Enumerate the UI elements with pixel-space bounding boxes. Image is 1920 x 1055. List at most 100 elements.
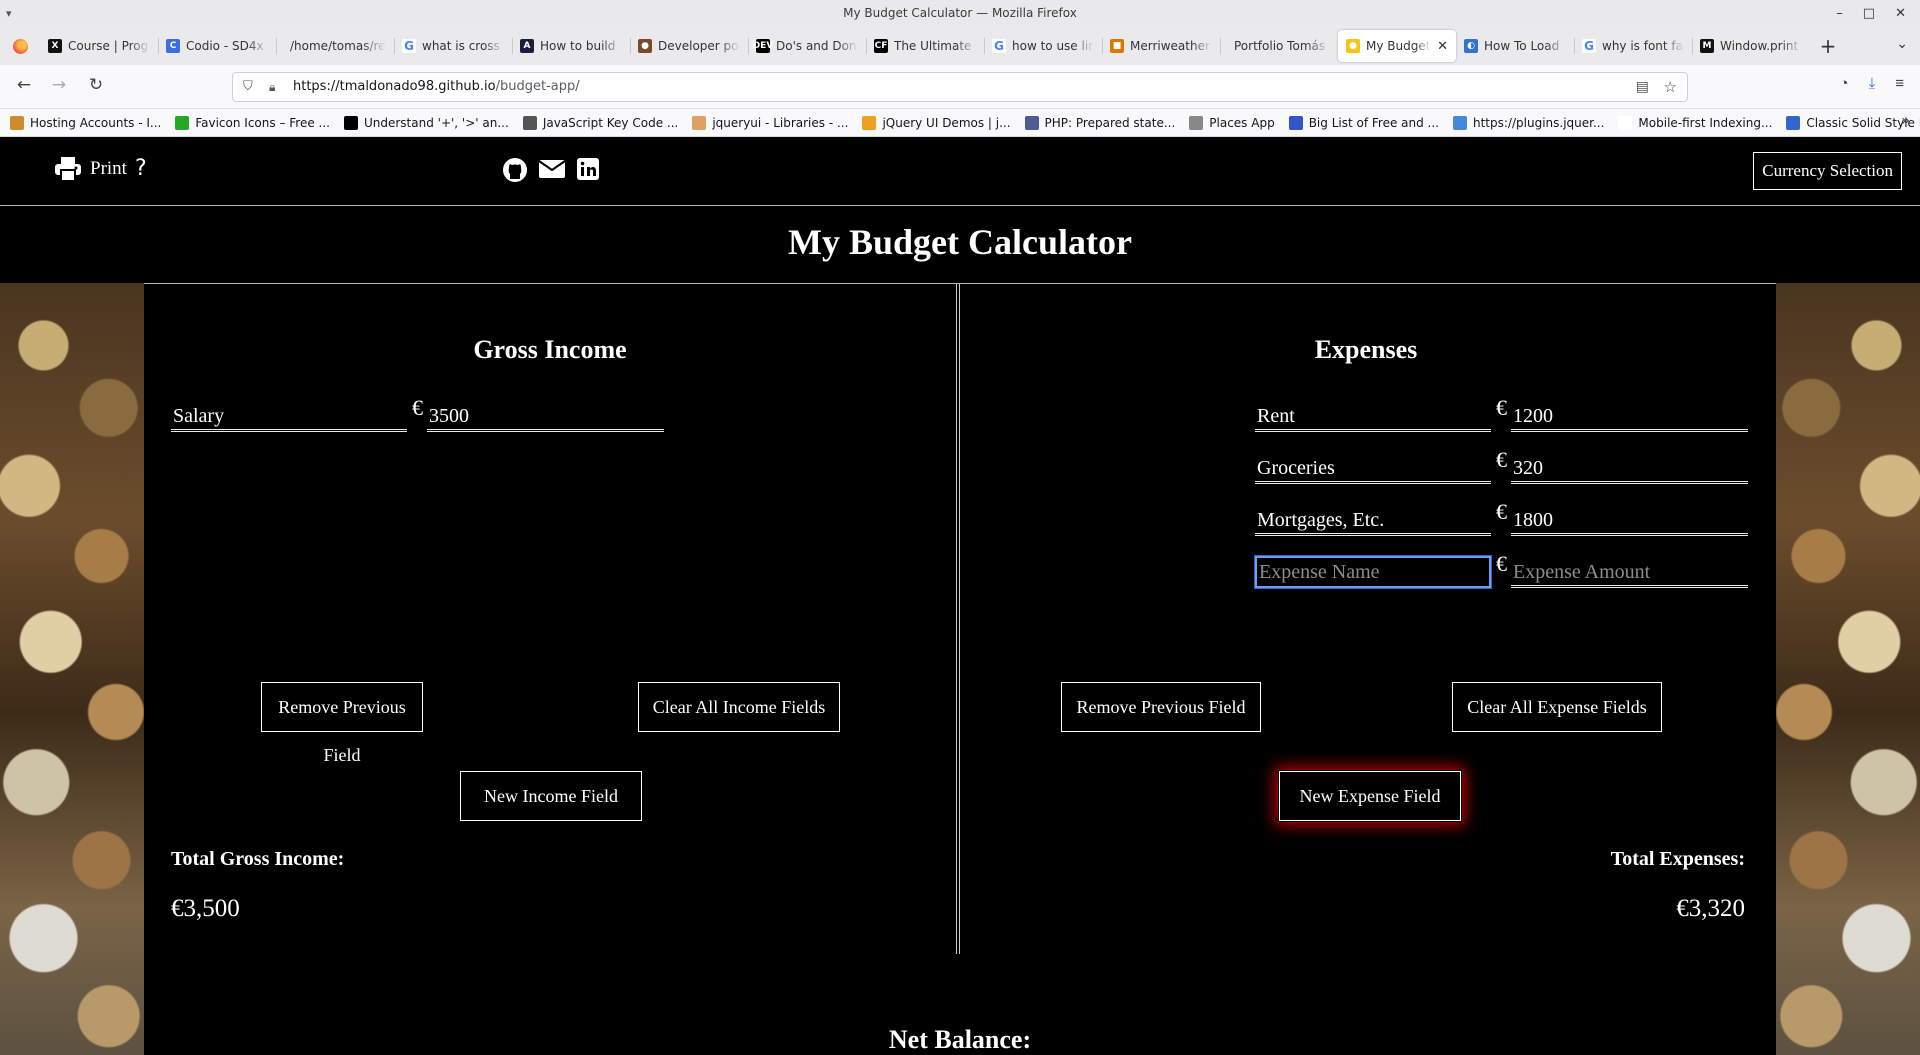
- remove-income-field-button[interactable]: Remove Previous Field: [260, 681, 424, 765]
- field-row: Rent €1200: [1255, 395, 1755, 434]
- bookmark-item[interactable]: JavaScript Key Code ...: [522, 115, 678, 130]
- browser-tab[interactable]: X Course | Prog: [40, 29, 158, 63]
- bookmark-favicon-icon: [1618, 115, 1633, 130]
- bookmark-item[interactable]: Understand '+', '>' an...: [343, 115, 509, 130]
- email-icon[interactable]: [538, 157, 566, 181]
- pocket-icon[interactable]: ◔: [1840, 75, 1849, 92]
- field-amount-input[interactable]: 1800: [1511, 504, 1748, 536]
- site-header: Print ? Currency Selection: [0, 137, 1920, 206]
- expense-row-empty: Expense Name € Expense Amount: [1255, 551, 1755, 590]
- close-tab-icon[interactable]: ✕: [1437, 39, 1448, 54]
- minimize-icon[interactable]: –: [1836, 0, 1843, 27]
- bookmark-item[interactable]: Classic Solid Style Ic...: [1786, 115, 1920, 130]
- field-name-input[interactable]: Mortgages, Etc.: [1255, 504, 1491, 536]
- browser-tab[interactable]: ● My Budget ✕: [1338, 30, 1456, 62]
- navigation-toolbar: ← → ↻ ⛉ 🔒︎ https://tmaldonado98.github.i…: [0, 65, 1920, 109]
- net-balance-label: Net Balance:: [888, 1025, 1032, 1054]
- reader-view-icon[interactable]: ▤: [1636, 73, 1649, 101]
- browser-tab[interactable]: DEV Do's and Don: [748, 29, 866, 63]
- income-column: Gross Income Salary €3500 Remove Previous…: [144, 284, 956, 1055]
- bookmark-item[interactable]: Places App: [1189, 115, 1275, 130]
- new-tab-button[interactable]: +: [1810, 34, 1846, 58]
- bookmark-item[interactable]: PHP: Prepared state...: [1024, 115, 1176, 130]
- bookmark-label: PHP: Prepared state...: [1044, 115, 1176, 130]
- bookmark-item[interactable]: Mobile-first Indexing...: [1618, 115, 1772, 130]
- browser-tab[interactable]: A How to build: [512, 29, 630, 63]
- bookmark-favicon-icon: [692, 115, 707, 130]
- tab-label: Codio - SD4x: [186, 39, 264, 53]
- reload-icon[interactable]: ↻: [84, 75, 108, 95]
- currency-symbol: €: [1496, 395, 1507, 420]
- forward-icon[interactable]: →: [47, 75, 71, 95]
- window-menu-icon[interactable]: ▾: [6, 0, 12, 27]
- field-name-input[interactable]: Groceries: [1255, 452, 1491, 484]
- window-titlebar: ▾ My Budget Calculator — Mozilla Firefox…: [0, 0, 1920, 27]
- expense-column: Expenses Rent €1200 Groceries €320 Mortgages…: [960, 284, 1772, 1055]
- printer-icon: [55, 157, 81, 182]
- field-amount-input[interactable]: 3500: [427, 400, 664, 432]
- browser-tab[interactable]: ■ Merriweather: [1102, 29, 1220, 63]
- browser-tab[interactable]: Ghow to use lir: [984, 29, 1102, 63]
- tab-label: Merriweather: [1130, 39, 1210, 53]
- bookmark-item[interactable]: Hosting Accounts - I...: [10, 115, 161, 130]
- bookmark-star-icon[interactable]: ☆: [1664, 73, 1677, 101]
- github-icon[interactable]: [502, 157, 528, 183]
- browser-tab[interactable]: M Window.print: [1692, 29, 1810, 63]
- bookmark-favicon-icon: [1288, 115, 1303, 130]
- total-expenses-value: €3,320: [1676, 895, 1745, 922]
- bookmark-item[interactable]: Big List of Free and ...: [1288, 115, 1439, 130]
- browser-tab[interactable]: Gwhat is cross: [394, 29, 512, 63]
- bookmark-favicon-icon: [522, 115, 537, 130]
- field-name-input[interactable]: Salary: [171, 400, 407, 432]
- expense-amount-input[interactable]: Expense Amount: [1511, 556, 1748, 588]
- currency-selection-button[interactable]: Currency Selection: [1753, 152, 1902, 190]
- browser-tab[interactable]: ◐ How To Load: [1456, 29, 1574, 63]
- bookmarks-overflow-icon[interactable]: »: [1901, 113, 1910, 129]
- linkedin-icon[interactable]: [576, 157, 600, 181]
- tab-label: Window.print: [1720, 39, 1799, 53]
- print-button[interactable]: Print: [54, 156, 127, 182]
- address-bar[interactable]: ⛉ 🔒︎ https://tmaldonado98.github.io/budg…: [232, 72, 1688, 102]
- browser-tab[interactable]: Gwhy is font fa: [1574, 29, 1692, 63]
- field-amount-input[interactable]: 320: [1511, 452, 1748, 484]
- bookmark-item[interactable]: jqueryui - Libraries - ...: [692, 115, 849, 130]
- total-income-value: €3,500: [171, 895, 240, 922]
- field-name-input[interactable]: Rent: [1255, 400, 1491, 432]
- browser-tab[interactable]: /home/tomas/re: [276, 29, 394, 63]
- new-expense-field-button[interactable]: New Expense Field: [1278, 770, 1462, 822]
- browser-tab[interactable]: C Codio - SD4x: [158, 29, 276, 63]
- bookmark-item[interactable]: jQuery UI Demos | j...: [862, 115, 1011, 130]
- clear-income-fields-button[interactable]: Clear All Income Fields: [637, 681, 841, 733]
- browser-tab[interactable]: ● Developer po: [630, 29, 748, 63]
- tab-label: Do's and Don: [776, 39, 857, 53]
- bookmark-label: jqueryui - Libraries - ...: [712, 115, 849, 130]
- app-menu-icon[interactable]: ≡: [1895, 75, 1904, 92]
- tab-favicon-icon: G: [992, 39, 1006, 53]
- bookmark-item[interactable]: https://plugins.jquer...: [1453, 115, 1604, 130]
- field-amount-input[interactable]: 1200: [1511, 400, 1748, 432]
- list-all-tabs-icon[interactable]: ⌄: [1896, 35, 1908, 52]
- browser-tab[interactable]: CF The Ultimate: [866, 29, 984, 63]
- tab-label: The Ultimate: [894, 39, 972, 53]
- currency-symbol: €: [1496, 499, 1507, 524]
- field-row: Groceries €320: [1255, 447, 1755, 486]
- remove-expense-field-button[interactable]: Remove Previous Field: [1060, 681, 1262, 733]
- back-icon[interactable]: ←: [12, 75, 36, 95]
- firefox-view-button[interactable]: [0, 27, 40, 65]
- close-window-icon[interactable]: ✕: [1895, 0, 1906, 27]
- help-button[interactable]: ?: [135, 156, 147, 181]
- maximize-icon[interactable]: □: [1863, 0, 1875, 27]
- total-expenses-label: Total Expenses:: [1610, 848, 1745, 870]
- clear-expense-fields-button[interactable]: Clear All Expense Fields: [1451, 681, 1663, 733]
- downloads-icon[interactable]: ⤓: [1869, 75, 1876, 92]
- expense-name-input[interactable]: Expense Name: [1255, 556, 1491, 588]
- tracking-protection-icon[interactable]: ⛉: [243, 73, 253, 101]
- total-income-label: Total Gross Income:: [171, 848, 345, 870]
- bookmark-item[interactable]: Favicon Icons – Free ...: [175, 115, 330, 130]
- currency-symbol: €: [412, 395, 423, 420]
- browser-tab[interactable]: Portfolio Tomás M: [1220, 29, 1338, 63]
- lock-icon[interactable]: 🔒︎: [269, 73, 275, 101]
- web-page: Print ? Currency Selection My Budget Cal…: [0, 137, 1920, 1055]
- new-income-field-button[interactable]: New Income Field: [459, 770, 643, 822]
- tab-label: Developer po: [658, 39, 739, 53]
